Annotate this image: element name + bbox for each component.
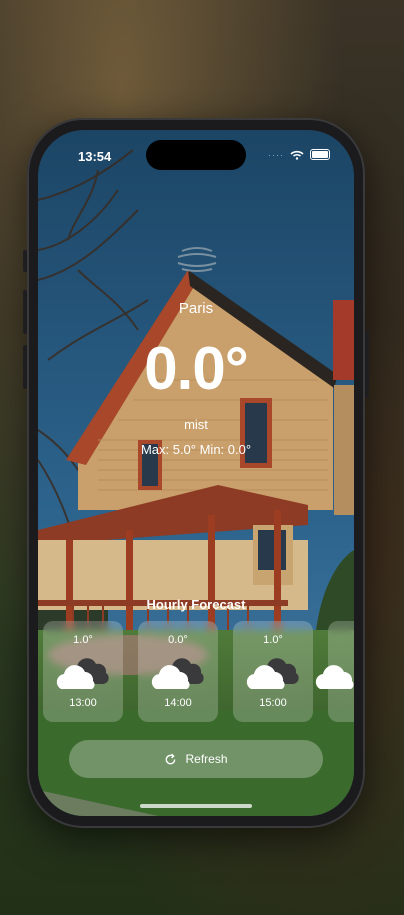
hourly-card xyxy=(315,621,354,722)
battery-icon xyxy=(310,149,330,160)
status-icons: ···· xyxy=(268,149,330,160)
hourly-forecast-title: Hourly Forecast xyxy=(146,597,246,612)
refresh-icon xyxy=(166,753,176,764)
hourly-forecast-list[interactable]: 1.0° 13:00 0.0° 14:00 1.0° 15:00 xyxy=(43,621,354,724)
city-name: Paris xyxy=(178,300,214,317)
current-temperature: 0.0° xyxy=(144,335,248,402)
wifi-icon xyxy=(290,150,304,160)
hourly-time: 15:00 xyxy=(259,697,287,709)
dynamic-island xyxy=(146,140,246,170)
mist-icon xyxy=(177,247,217,272)
home-indicator[interactable] xyxy=(140,804,252,808)
refresh-button[interactable]: Refresh xyxy=(69,740,323,778)
cloud-icon xyxy=(246,658,299,689)
hourly-time: 14:00 xyxy=(164,697,192,709)
hourly-temperature: 1.0° xyxy=(263,634,283,646)
status-time: 13:54 xyxy=(78,149,112,164)
hourly-card: 1.0° 15:00 xyxy=(233,621,313,722)
refresh-label: Refresh xyxy=(185,752,228,766)
app-screen: 13:54 ···· Paris 0.0° mist Max: 5.0° Min… xyxy=(38,130,354,816)
hourly-time: 13:00 xyxy=(69,697,97,709)
hourly-card: 1.0° 13:00 xyxy=(43,621,123,722)
cloud-icon xyxy=(315,665,354,689)
power-button xyxy=(365,330,369,398)
hourly-temperature: 0.0° xyxy=(168,634,188,646)
hourly-temperature: 1.0° xyxy=(73,634,93,646)
cellular-signal-icon: ···· xyxy=(268,149,284,160)
cloud-icon xyxy=(56,658,109,689)
hourly-card: 0.0° 14:00 xyxy=(138,621,218,722)
weather-condition: mist xyxy=(184,417,208,432)
max-min-temperature: Max: 5.0° Min: 0.0° xyxy=(140,442,252,457)
cloud-icon xyxy=(151,658,204,689)
